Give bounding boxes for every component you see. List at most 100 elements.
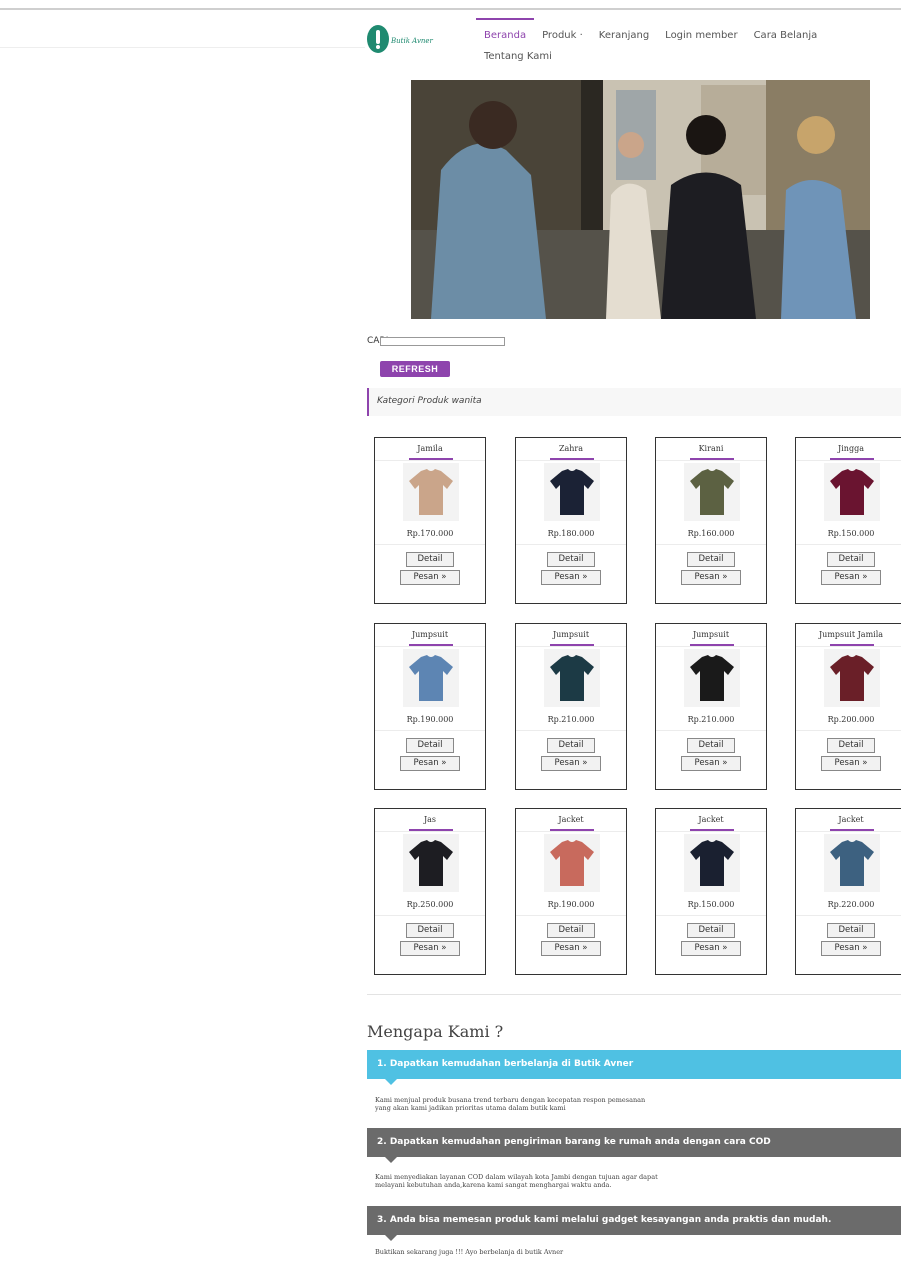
card-divider [375, 831, 485, 832]
pesan-button[interactable]: Pesan » [541, 570, 601, 585]
why-arrow-1 [385, 1079, 397, 1085]
product-price: Rp.220.000 [827, 900, 875, 909]
why-body-3: Buktikan sekarang juga !!! Ayo berbelanj… [375, 1248, 564, 1256]
product-price: Rp.180.000 [547, 529, 595, 538]
product-garment-icon [830, 840, 874, 886]
product-image[interactable] [684, 649, 740, 707]
product-card: Jumpsuit Jamila Rp.200.000 Detail Pesan » [795, 623, 901, 790]
detail-button[interactable]: Detail [827, 923, 875, 938]
product-card: Kirani Rp.160.000 Detail Pesan » [655, 437, 767, 604]
detail-button[interactable]: Detail [687, 923, 735, 938]
detail-button[interactable]: Detail [547, 923, 595, 938]
product-name[interactable]: Jas [375, 815, 485, 824]
pesan-button[interactable]: Pesan » [681, 756, 741, 771]
product-card: Jamila Rp.170.000 Detail Pesan » [374, 437, 486, 604]
product-image[interactable] [824, 834, 880, 892]
detail-button[interactable]: Detail [827, 738, 875, 753]
why-arrow-2 [385, 1157, 397, 1163]
product-price: Rp.210.000 [547, 715, 595, 724]
product-name[interactable]: Kirani [656, 444, 766, 453]
pesan-button[interactable]: Pesan » [400, 941, 460, 956]
card-divider [516, 730, 626, 731]
detail-button[interactable]: Detail [406, 738, 454, 753]
pesan-button[interactable]: Pesan » [400, 570, 460, 585]
detail-button[interactable]: Detail [687, 738, 735, 753]
product-garment-icon [550, 655, 594, 701]
product-name[interactable]: Jingga [796, 444, 901, 453]
product-name[interactable]: Jamila [375, 444, 485, 453]
hero-image [411, 80, 870, 319]
product-card: Jacket Rp.220.000 Detail Pesan » [795, 808, 901, 975]
header-divider [0, 47, 365, 48]
why-heading-2: 2. Dapatkan kemudahan pengiriman barang … [367, 1128, 901, 1163]
product-price: Rp.200.000 [827, 715, 875, 724]
search-input[interactable] [380, 337, 505, 346]
product-name[interactable]: Zahra [516, 444, 626, 453]
why-heading-1-text: 1. Dapatkan kemudahan berbelanja di Buti… [377, 1059, 634, 1069]
product-image[interactable] [544, 463, 600, 521]
pesan-button[interactable]: Pesan » [821, 941, 881, 956]
product-card: Jumpsuit Rp.190.000 Detail Pesan » [374, 623, 486, 790]
product-card: Jacket Rp.150.000 Detail Pesan » [655, 808, 767, 975]
product-name[interactable]: Jumpsuit [516, 630, 626, 639]
card-divider [796, 831, 901, 832]
card-divider [656, 730, 766, 731]
product-garment-icon [690, 469, 734, 515]
nav-tentang-kami[interactable]: Tentang Kami [476, 47, 560, 68]
pesan-button[interactable]: Pesan » [681, 570, 741, 585]
product-garment-icon [550, 469, 594, 515]
product-image[interactable] [684, 463, 740, 521]
product-garment-icon [690, 655, 734, 701]
why-heading-1: 1. Dapatkan kemudahan berbelanja di Buti… [367, 1050, 901, 1085]
nav-keranjang[interactable]: Keranjang [591, 18, 657, 47]
refresh-button[interactable]: REFRESH [380, 361, 450, 377]
product-card: Jacket Rp.190.000 Detail Pesan » [515, 808, 627, 975]
product-price: Rp.210.000 [687, 715, 735, 724]
detail-button[interactable]: Detail [547, 738, 595, 753]
product-image[interactable] [403, 463, 459, 521]
product-name[interactable]: Jumpsuit [656, 630, 766, 639]
card-divider [375, 460, 485, 461]
product-image[interactable] [403, 834, 459, 892]
why-heading-3-text: 3. Anda bisa memesan produk kami melalui… [377, 1215, 832, 1225]
detail-button[interactable]: Detail [827, 552, 875, 567]
nav-login-member[interactable]: Login member [657, 18, 745, 47]
pesan-button[interactable]: Pesan » [821, 756, 881, 771]
card-divider [796, 915, 901, 916]
nav-produk[interactable]: Produk · [534, 18, 591, 47]
product-image[interactable] [544, 834, 600, 892]
logo[interactable]: Butik Avner [367, 25, 433, 55]
product-name[interactable]: Jumpsuit [375, 630, 485, 639]
pesan-button[interactable]: Pesan » [400, 756, 460, 771]
pesan-button[interactable]: Pesan » [681, 941, 741, 956]
detail-button[interactable]: Detail [687, 552, 735, 567]
detail-button[interactable]: Detail [547, 552, 595, 567]
product-price: Rp.170.000 [406, 529, 454, 538]
card-divider [375, 544, 485, 545]
product-card: Jumpsuit Rp.210.000 Detail Pesan » [655, 623, 767, 790]
product-image[interactable] [403, 649, 459, 707]
product-price: Rp.150.000 [687, 900, 735, 909]
pesan-button[interactable]: Pesan » [541, 941, 601, 956]
why-title: Mengapa Kami ? [367, 1022, 504, 1041]
product-name[interactable]: Jacket [656, 815, 766, 824]
detail-button[interactable]: Detail [406, 923, 454, 938]
product-image[interactable] [684, 834, 740, 892]
pesan-button[interactable]: Pesan » [541, 756, 601, 771]
product-image[interactable] [824, 463, 880, 521]
pesan-button[interactable]: Pesan » [821, 570, 881, 585]
nav-cara-belanja[interactable]: Cara Belanja [746, 18, 826, 47]
hero-photo [411, 80, 870, 319]
product-name[interactable]: Jumpsuit Jamila [796, 630, 901, 639]
product-name[interactable]: Jacket [516, 815, 626, 824]
product-name[interactable]: Jacket [796, 815, 901, 824]
top-border [0, 8, 901, 10]
card-divider [516, 915, 626, 916]
product-image[interactable] [544, 649, 600, 707]
card-divider [375, 730, 485, 731]
nav-beranda[interactable]: Beranda [476, 18, 535, 47]
product-image[interactable] [824, 649, 880, 707]
card-divider [516, 646, 626, 647]
product-garment-icon [409, 655, 453, 701]
detail-button[interactable]: Detail [406, 552, 454, 567]
